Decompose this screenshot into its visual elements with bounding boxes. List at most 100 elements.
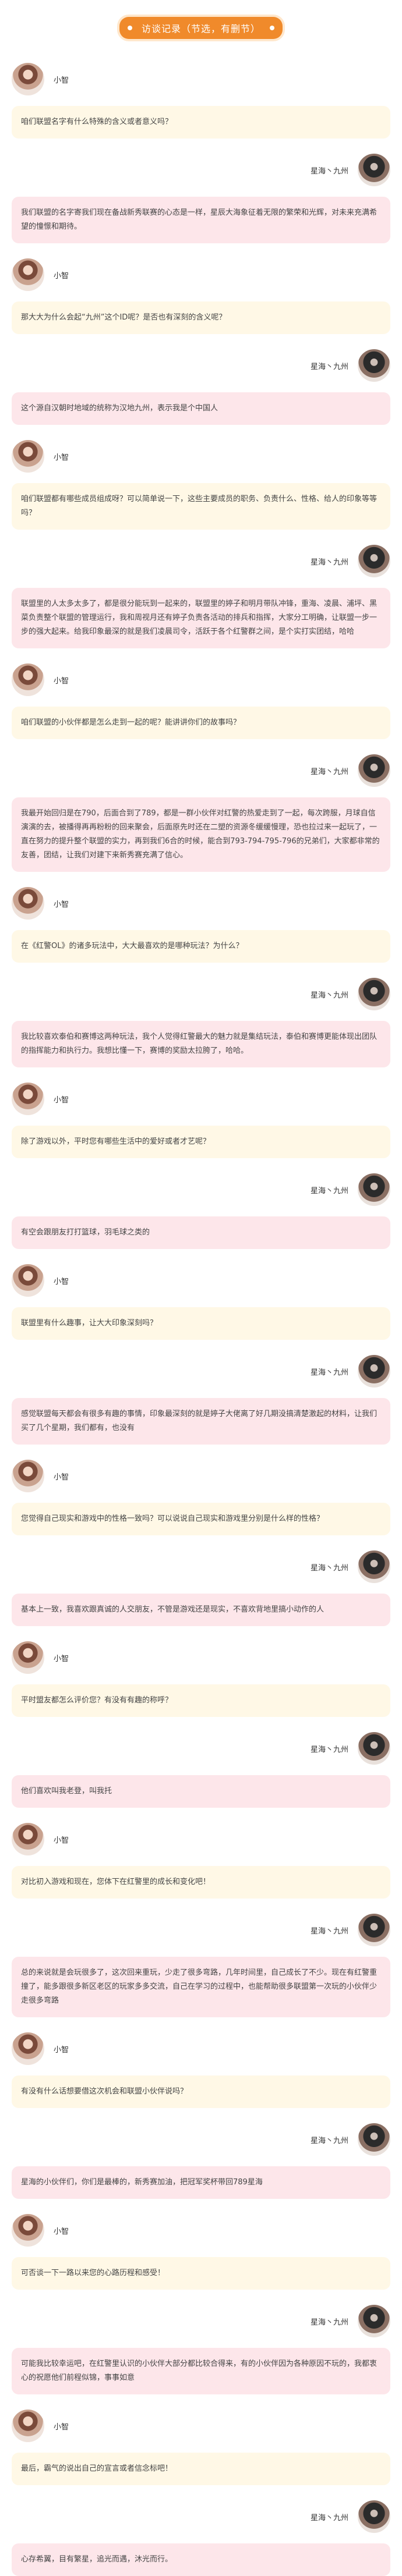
question-bubble: 咱们联盟的小伙伴都是怎么走到一起的呢？能讲讲你们的故事吗？ — [12, 707, 390, 739]
answer-bubble: 感觉联盟每天都会有很多有趣的事情，印象最深刻的就是婷子大佬离了好几期没搞清楚激起… — [12, 1398, 390, 1445]
interviewee-header: 星海丶九州 — [12, 1544, 390, 1590]
question-bubble: 那大大为什么会起“九州”这个ID呢？是否也有深刻的含义呢？ — [12, 301, 390, 334]
qa-pair: 小智有没有什么话想要借这次机会和联盟小伙伴说吗？ 星海丶九州星海的小伙伴们，你们是… — [0, 2025, 402, 2199]
question-bubble: 咱们联盟都有哪些成员组成呀？可以简单说一下，这些主要成员的职务、负责什么、性格、… — [12, 483, 390, 530]
interviewee-header: 星海丶九州 — [12, 747, 390, 794]
interviewee-avatar — [358, 1173, 390, 1206]
interviewer-name: 小智 — [54, 1836, 69, 1845]
qa-pair: 小智在《红警OL》的诸多玩法中，大大最喜欢的是哪种玩法？为什么？ 星海丶九州我比较… — [0, 880, 402, 1067]
interviewee-name: 星海丶九州 — [310, 2136, 348, 2145]
interviewer-name: 小智 — [54, 1277, 69, 1286]
interviewer-avatar — [12, 1264, 44, 1297]
interviewee-avatar — [358, 154, 390, 186]
interviewee-avatar — [358, 754, 390, 787]
interviewer-avatar — [12, 663, 44, 696]
interviewer-avatar — [12, 2032, 44, 2065]
answer-bubble: 联盟里的人太多太多了，都是很分能玩到一起来的，联盟里的婷子和明月带队冲锋，重海、… — [12, 588, 390, 648]
interviewee-header: 星海丶九州 — [12, 1907, 390, 1953]
interviewer-avatar — [12, 1460, 44, 1492]
interviewee-name: 星海丶九州 — [310, 1563, 348, 1573]
answer-bubble: 心存希翼，目有繁星，追光而遇，沐光而行。 — [12, 2543, 390, 2576]
interviewee-name: 星海丶九州 — [310, 1926, 348, 1936]
interviewee-name: 星海丶九州 — [310, 1368, 348, 1377]
interviewee-avatar — [358, 1914, 390, 1946]
answer-bubble: 我最开始回归是在790，后面合到了789，都是一群小伙伴对红警的热爱走到了一起，… — [12, 797, 390, 872]
interviewee-header: 星海丶九州 — [12, 2116, 390, 2163]
interviewer-header: 小智 — [12, 56, 390, 102]
interviewer-header: 小智 — [12, 2403, 390, 2449]
interviewee-name: 星海丶九州 — [310, 991, 348, 1000]
answer-bubble: 有空会跟朋友打打篮球，羽毛球之类的 — [12, 1216, 390, 1249]
interviewer-name: 小智 — [54, 900, 69, 909]
answer-bubble: 可能我比较幸运吧，在红警里认识的小伙伴大部分都比较合得来，有的小伙伴因为各种原因… — [12, 2348, 390, 2394]
qa-pair: 小智 平时盟友都怎么评价您？有没有有趣的称呼？ 星海丶九州 他们喜欢叫我老登，叫我托 — [0, 1634, 402, 1808]
interviewer-name: 小智 — [54, 76, 69, 85]
question-bubble: 咱们联盟名字有什么特殊的含义或者意义吗？ — [12, 106, 390, 139]
answer-bubble: 总的来说就是会玩很多了，这次回来重玩，少走了很多弯路，几年时间里，自己成长了不少… — [12, 1957, 390, 2017]
qa-pair: 小智 咱们联盟名字有什么特殊的含义或者意义吗？ 星海丶九州 我们联盟的名字寄我们现在备… — [0, 56, 402, 243]
interviewee-name: 星海丶九州 — [310, 2513, 348, 2522]
interviewer-avatar — [12, 887, 44, 920]
interviewer-name: 小智 — [54, 676, 69, 686]
question-bubble: 对比初入游戏和现在，您体下在红警里的成长和变化吧！ — [12, 1866, 390, 1899]
interviewer-header: 小智 — [12, 1453, 390, 1499]
page-header: 访谈记录（节选，有删节） — [0, 0, 402, 56]
decor-dot-icon — [270, 26, 274, 30]
answer-bubble: 这个源自汉朝时地域的统称为汉地九州，表示我是个中国人 — [12, 392, 390, 425]
interviewee-name: 星海丶九州 — [310, 1745, 348, 1754]
qa-pair: 小智 除了游戏以外，平时您有哪些生活中的爱好或者才艺呢？ 星海丶九州 有空会跟朋友打打… — [0, 1076, 402, 1249]
interviewee-header: 星海丶九州 — [12, 538, 390, 584]
qa-pair: 小智最后，霸气的说出自己的宣言或者信念标吧！ 星海丶九州心存希翼，目有繁星，追光而… — [0, 2403, 402, 2576]
interviewer-name: 小智 — [54, 1654, 69, 1663]
interviewee-avatar — [358, 2305, 390, 2337]
interviewee-header: 星海丶九州 — [12, 1725, 390, 1772]
qa-pair: 小智 您觉得自己现实和游戏中的性格一致吗？可以说说自己现实和游戏里分别是什么样的性… — [0, 1453, 402, 1626]
interviewer-header: 小智 — [12, 2207, 390, 2254]
interviewee-avatar — [358, 978, 390, 1010]
interviewer-header: 小智 — [12, 433, 390, 480]
interviewer-avatar — [12, 440, 44, 473]
qa-pair: 小智联盟里有什么趣事，让大大印象深刻吗？ 星海丶九州感觉联盟每天都会有很多有趣的事… — [0, 1257, 402, 1445]
interviewer-avatar — [12, 258, 44, 291]
interviewer-header: 小智 — [12, 2025, 390, 2072]
interviewee-header: 星海丶九州 — [12, 1348, 390, 1395]
question-bubble: 平时盟友都怎么评价您？有没有有趣的称呼？ — [12, 1684, 390, 1717]
interviewee-header: 星海丶九州 — [12, 2493, 390, 2540]
interviewer-avatar — [12, 1823, 44, 1855]
question-bubble: 联盟里有什么趣事，让大大印象深刻吗？ — [12, 1307, 390, 1340]
interviewer-header: 小智 — [12, 1076, 390, 1122]
interviewer-header: 小智 — [12, 1257, 390, 1304]
interviewer-name: 小智 — [54, 271, 69, 281]
interviewer-name: 小智 — [54, 1472, 69, 1482]
interviewee-header: 星海丶九州 — [12, 2298, 390, 2344]
interviewer-avatar — [12, 63, 44, 95]
interviewer-name: 小智 — [54, 2045, 69, 2055]
interviewer-name: 小智 — [54, 2422, 69, 2432]
interviewee-avatar — [358, 545, 390, 577]
qa-pair: 小智咱们联盟的小伙伴都是怎么走到一起的呢？能讲讲你们的故事吗？ 星海丶九州我最开始… — [0, 657, 402, 872]
interviewer-header: 小智 — [12, 251, 390, 298]
interviewer-header: 小智 — [12, 1816, 390, 1862]
interviewee-avatar — [358, 1732, 390, 1765]
question-bubble: 在《红警OL》的诸多玩法中，大大最喜欢的是哪种玩法？为什么？ — [12, 930, 390, 963]
interviewee-avatar — [358, 2500, 390, 2533]
answer-bubble: 星海的小伙伴们，你们是最棒的，新秀赛加油，把冠军奖杯带回789星海 — [12, 2166, 390, 2199]
page-title: 访谈记录（节选，有删节） — [119, 17, 283, 39]
interviewer-avatar — [12, 2214, 44, 2247]
answer-bubble: 我比较喜欢泰伯和赛博这两种玩法，我个人觉得红警最大的魅力就是集结玩法，泰伯和赛博… — [12, 1021, 390, 1067]
qa-pair: 小智对比初入游戏和现在，您体下在红警里的成长和变化吧！ 星海丶九州总的来说就是会玩… — [0, 1816, 402, 2017]
interviewee-avatar — [358, 1355, 390, 1388]
interviewee-header: 星海丶九州 — [12, 971, 390, 1017]
question-bubble: 最后，霸气的说出自己的宣言或者信念标吧！ — [12, 2453, 390, 2485]
interviewee-name: 星海丶九州 — [310, 1186, 348, 1195]
qa-pair: 小智 咱们联盟都有哪些成员组成呀？可以简单说一下，这些主要成员的职务、负责什么、性… — [0, 433, 402, 648]
answer-bubble: 基本上一致，我喜欢跟真诚的人交朋友，不管是游戏还是现实，不喜欢背地里搞小动作的人 — [12, 1594, 390, 1626]
interviewee-avatar — [358, 349, 390, 382]
interviewer-avatar — [12, 1083, 44, 1115]
interviewee-name: 星海丶九州 — [310, 362, 348, 371]
answer-bubble: 我们联盟的名字寄我们现在备战新秀联赛的心态是一样，星辰大海象征着无限的繁荣和光辉… — [12, 197, 390, 243]
interviewee-name: 星海丶九州 — [310, 767, 348, 776]
interviewer-name: 小智 — [54, 1095, 69, 1105]
question-bubble: 有没有什么话想要借这次机会和联盟小伙伴说吗？ — [12, 2075, 390, 2108]
interviewer-avatar — [12, 2410, 44, 2442]
